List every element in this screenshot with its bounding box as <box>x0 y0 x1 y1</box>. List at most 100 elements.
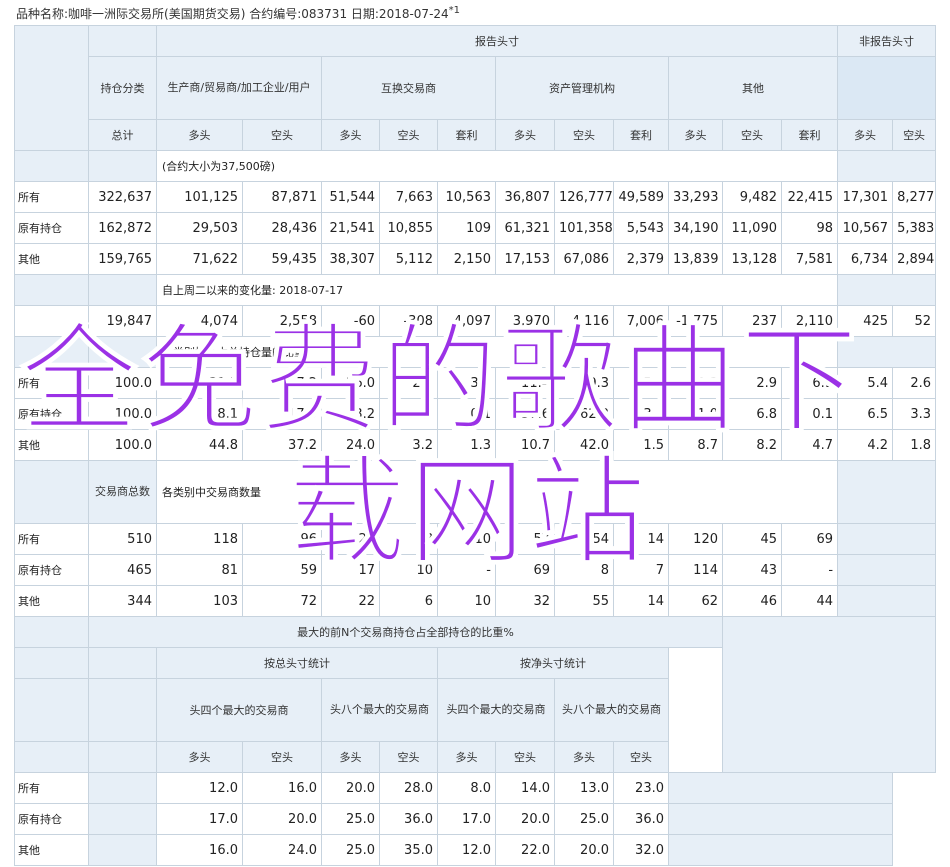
cell: 6.5 <box>837 398 894 430</box>
cell: 10.7 <box>495 429 555 461</box>
cell: 49,589 <box>613 181 669 213</box>
table-row: 所有 12.0 16.0 20.0 28.0 8.0 14.0 13.0 23.… <box>14 772 936 804</box>
long-header: 多头 <box>495 119 555 151</box>
cell: 322,637 <box>88 181 157 213</box>
long-header: 多头 <box>437 741 496 773</box>
cell: 11,090 <box>722 212 782 244</box>
table-row: 其他 344 103 72 22 6 10 32 55 14 62 46 44 <box>14 585 937 617</box>
cell: 13.0 <box>554 772 614 804</box>
cell: 15.4 <box>613 367 669 399</box>
table-row: 其他 16.0 24.0 25.0 35.0 12.0 22.0 20.0 32… <box>14 834 936 866</box>
long-header: 多头 <box>321 741 380 773</box>
cell: 10,563 <box>437 181 496 213</box>
cell: 21.0 <box>668 398 723 430</box>
cell: 8.7 <box>668 429 723 461</box>
cell: 8 <box>379 523 438 555</box>
cell: 54 <box>554 523 614 555</box>
cell: 8.0 <box>437 772 496 804</box>
header-sup: *1 <box>448 5 461 16</box>
cell: 100.0 <box>88 398 157 430</box>
cell: 2.9 <box>722 367 782 399</box>
row-label: 其他 <box>14 243 89 275</box>
concentration-title-row: 最大的前N个交易商持仓占全部持仓的比重% <box>14 616 937 773</box>
cell: 28,436 <box>242 212 322 244</box>
cell: -60 <box>321 305 380 337</box>
cell: 55 <box>554 585 614 617</box>
cell: 23.0 <box>613 772 669 804</box>
cell: 12.0 <box>437 834 496 866</box>
report-positions-header: 报告头寸 <box>155 25 839 57</box>
cell: 69 <box>495 554 555 586</box>
cell: 29,503 <box>156 212 243 244</box>
cell: 2,894 <box>892 243 937 275</box>
cell: 2,379 <box>613 243 669 275</box>
cell: 5,383 <box>892 212 937 244</box>
long-header: 多头 <box>156 741 243 773</box>
cell: 16.0 <box>156 834 243 866</box>
cell: 3.3 <box>437 367 496 399</box>
cell: 14 <box>613 523 669 555</box>
total-header: 总计 <box>88 119 157 151</box>
table-row: 原有持仓 162,872 29,503 28,436 21,541 10,855… <box>14 212 937 244</box>
cell: 19,847 <box>88 305 157 337</box>
cell: 4,116 <box>554 305 614 337</box>
cell: -1,775 <box>668 305 723 337</box>
cell: 100.0 <box>88 429 157 461</box>
producer-header: 生产商/贸易商/加工企业/用户 <box>156 56 322 120</box>
cell: 6.8 <box>722 398 782 430</box>
short-header: 空头 <box>554 119 614 151</box>
cell: 4.2 <box>837 429 894 461</box>
cell: 13,128 <box>722 243 782 275</box>
cell: 10 <box>437 523 496 555</box>
cell: 96 <box>242 523 322 555</box>
cell: 6,734 <box>837 243 894 275</box>
cell: 24.0 <box>321 429 380 461</box>
top8-net-header: 头八个最大的交易商 <box>554 678 669 742</box>
row-label: 所有 <box>14 523 89 555</box>
cell: 43 <box>722 554 782 586</box>
cell: 9,482 <box>722 181 782 213</box>
swap-dealer-header: 互换交易商 <box>321 56 496 120</box>
row-label: 其他 <box>14 429 89 461</box>
trader-count-note: 各类别中交易商数量 <box>155 460 839 524</box>
contract-size-note: (合约大小为37,500磅) <box>155 150 839 182</box>
cell: 109 <box>437 212 496 244</box>
cell: 14.0 <box>495 772 555 804</box>
cell: 0.1 <box>780 398 839 430</box>
cell: 101,125 <box>156 181 243 213</box>
cell: -308 <box>379 305 438 337</box>
cell: 114 <box>668 554 723 586</box>
cell: 8.2 <box>722 429 782 461</box>
table-row: 所有 322,637 101,125 87,871 51,544 7,663 1… <box>14 181 937 213</box>
cell: 25.0 <box>554 803 614 835</box>
cell: 120 <box>668 523 723 555</box>
cell: 32.0 <box>613 834 669 866</box>
long-header: 多头 <box>837 119 894 151</box>
short-header: 空头 <box>242 119 322 151</box>
cell: 118 <box>156 523 243 555</box>
header-row-2: 持仓分类 生产商/贸易商/加工企业/用户 互换交易商 资产管理机构 其他 <box>15 56 937 120</box>
cell: 37.6 <box>495 398 555 430</box>
cell: 67,086 <box>554 243 614 275</box>
cell: 3.2 <box>379 429 438 461</box>
cell: 126,777 <box>554 181 614 213</box>
cell: 62 <box>668 585 723 617</box>
cell: 8 <box>554 554 614 586</box>
cell: 12.0 <box>156 772 243 804</box>
cell: 17.5 <box>242 398 322 430</box>
cell: 57 <box>495 523 555 555</box>
cell: 3.3 <box>892 398 937 430</box>
cell: 2,110 <box>780 305 839 337</box>
cell: 62.2 <box>554 398 614 430</box>
cell: 45 <box>722 523 782 555</box>
cell: 7,663 <box>379 181 438 213</box>
short-header: 空头 <box>722 119 782 151</box>
row-label: 原有持仓 <box>14 554 89 586</box>
long-header: 多头 <box>156 119 243 151</box>
cell: 3,970 <box>495 305 555 337</box>
cell: 162,872 <box>88 212 157 244</box>
cell: 4,074 <box>156 305 243 337</box>
header-row-3: 总计 多头 空头 多头 空头 套利 多头 空头 套利 多头 空头 套利 多头 空… <box>15 119 937 151</box>
cell: 20.0 <box>242 803 322 835</box>
cell: 37.2 <box>242 429 322 461</box>
